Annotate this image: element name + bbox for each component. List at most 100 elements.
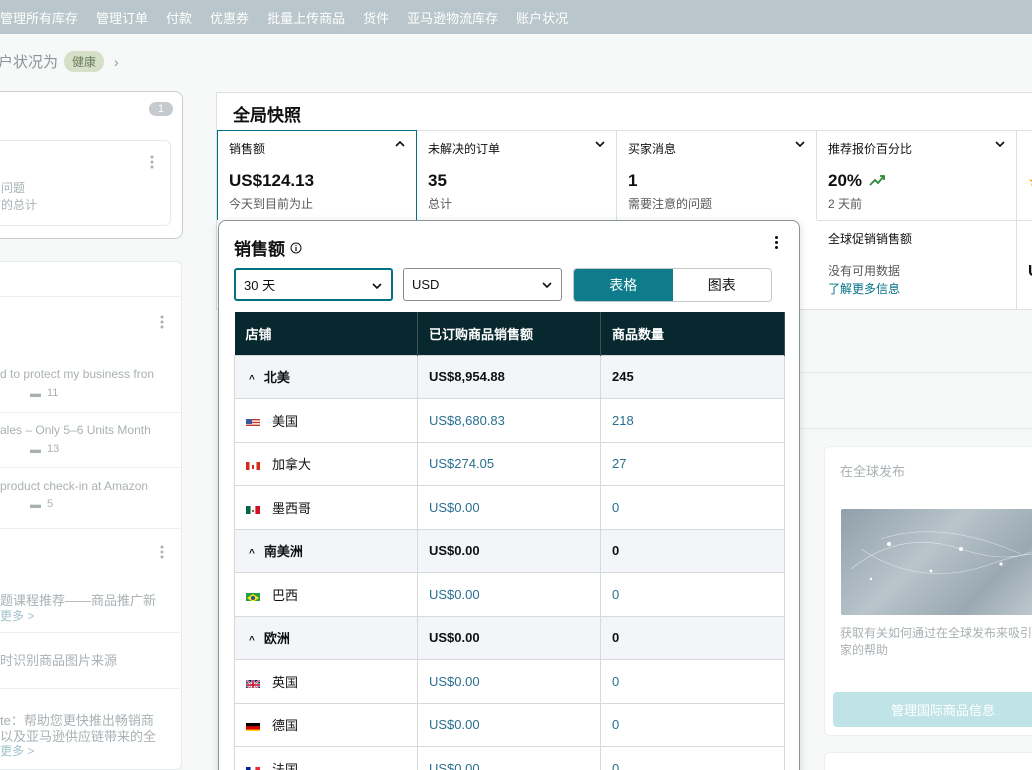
left-card: 1 问题 的总计 [0,91,183,239]
store-name: 南美洲 [263,544,303,560]
chevron-up-icon[interactable]: ^ [249,635,255,646]
store-name: 巴西 [272,587,299,603]
tile-subtext: 没有可用数据 [828,264,901,278]
divider [0,632,180,633]
chevron-down-icon [372,283,382,290]
units-cell[interactable]: 0 [600,572,785,617]
tile-rating[interactable]: ★ [1017,130,1032,220]
forum-post-title[interactable]: ales – Only 5–6 Units Month [0,423,151,437]
divider [800,428,1032,429]
learn-more-link[interactable]: 更多 > [0,742,34,759]
store-name: 欧洲 [263,631,290,647]
sales-cell: US$0.00 [417,615,601,660]
country-row: 德国 US$0.00 0 [234,702,785,747]
more-options-icon[interactable] [160,545,164,559]
units-cell[interactable]: 27 [600,441,785,486]
region-row[interactable]: ^ 欧洲 US$0.00 0 [234,615,785,660]
learn-more-link[interactable]: 更多 > [0,607,34,624]
store-cell: ^ 欧洲 [234,615,418,660]
divider [800,372,1032,373]
units-cell[interactable]: 0 [600,659,785,704]
units-cell[interactable]: 0 [600,485,785,530]
nav-bulk-upload[interactable]: 批量上传商品 [258,8,354,27]
forum-post-title[interactable]: product check-in at Amazon [0,479,148,493]
units-cell[interactable]: 0 [600,746,785,770]
news-title[interactable]: 时识别商品图片来源 [0,650,117,669]
units-cell[interactable]: 0 [600,702,785,747]
sales-cell[interactable]: US$8,680.83 [417,398,601,443]
sales-cell[interactable]: US$0.00 [417,702,601,747]
more-options-icon[interactable] [150,155,154,169]
snapshot-title: 全局快照 [233,106,301,125]
tile-subtext: 需要注意的问题 [628,197,713,211]
period-select[interactable]: 30 天 [234,268,393,301]
sales-cell: US$0.00 [417,528,601,573]
tile-sales[interactable]: 销售额 US$124.13 今天到目前为止 [217,130,417,220]
chevron-down-icon [542,282,552,289]
nav-manage-inventory[interactable]: 管理所有库存 [0,8,87,27]
left-card-inner: 问题 的总计 [0,140,171,226]
learn-more-link[interactable]: 了解更多信息 [828,280,900,297]
forum-post-title[interactable]: d to protect my business fron [0,367,154,381]
currency-select-value: USD [412,277,440,292]
store-cell: 美国 [234,398,418,443]
nav-account-health[interactable]: 账户状况 [507,8,577,27]
next-card [824,752,1032,770]
comment-count: 5 [47,498,54,510]
sales-table-body: ^ 北美 US$8,954.88 245 美国 US$8,680.83 218 加拿大 US$2… [234,354,785,770]
flag-gb-icon [246,678,260,688]
units-cell: 245 [600,354,785,399]
tile-label: 未解决的订单 [428,142,501,156]
manage-international-listings-button[interactable]: 管理国际商品信息 [833,692,1032,727]
store-name: 墨西哥 [272,500,312,516]
tile-global-promotions[interactable]: 全球促销销售额 没有可用数据 了解更多信息 [817,220,1017,310]
chevron-up-icon[interactable]: ^ [249,548,255,559]
divider [0,467,180,468]
store-name: 德国 [272,718,299,734]
tile-value: 35 [428,171,447,190]
sales-cell[interactable]: US$0.00 [417,746,601,770]
country-row: 巴西 US$0.00 0 [234,572,785,617]
account-health-status[interactable]: 户状况为 健康 › [0,51,119,72]
sales-cell[interactable]: US$274.05 [417,441,601,486]
table-view-button[interactable]: 表格 [574,269,673,301]
tile-value: 20% [828,171,863,190]
nav-shipments[interactable]: 货件 [354,8,398,27]
country-row: 加拿大 US$274.05 27 [234,441,785,486]
more-options-icon[interactable] [775,236,779,251]
tile-open-orders[interactable]: 未解决的订单 35 总计 [417,130,617,220]
comment-icon: ▬ [30,444,41,456]
currency-select[interactable]: USD [403,268,562,301]
nav-payments[interactable]: 付款 [157,8,201,27]
comment-count: 13 [47,443,60,455]
tile-subtext: 2 天前 [828,197,863,211]
notification-count-badge: 1 [148,102,173,116]
sales-cell: US$8,954.88 [417,354,601,399]
left-feed-card [0,261,182,770]
chevron-up-icon[interactable]: ^ [249,374,255,385]
country-row: 英国 US$0.00 0 [234,659,785,704]
view-toggle: 表格 图表 [573,268,772,302]
flag-fr-icon [246,765,260,770]
tile-featured-offer[interactable]: 推荐报价百分比 20% 2 天前 [817,130,1017,220]
nav-manage-orders[interactable]: 管理订单 [87,8,157,27]
units-cell[interactable]: 218 [600,398,785,443]
chart-view-button[interactable]: 图表 [672,269,771,301]
region-row[interactable]: ^ 北美 US$8,954.88 245 [234,354,785,399]
tile-buyer-messages[interactable]: 买家消息 1 需要注意的问题 [617,130,817,220]
account-health-text: 户状况为 [0,54,59,71]
flag-br-icon [246,591,260,601]
units-cell: 0 [600,528,785,573]
column-header-store: 店铺 [234,312,418,355]
nav-fba-inventory[interactable]: 亚马逊物流库存 [398,8,507,27]
info-icon[interactable] [290,242,302,254]
sales-cell[interactable]: US$0.00 [417,485,601,530]
column-header-sales: 已订购商品销售额 [417,312,601,355]
nav-coupons[interactable]: 优惠券 [201,8,258,27]
region-row[interactable]: ^ 南美洲 US$0.00 0 [234,528,785,573]
country-row: 法国 US$0.00 0 [234,746,785,770]
tile-extra[interactable]: U [1017,220,1032,310]
more-options-icon[interactable] [160,315,164,329]
sales-cell[interactable]: US$0.00 [417,572,601,617]
sales-cell[interactable]: US$0.00 [417,659,601,704]
